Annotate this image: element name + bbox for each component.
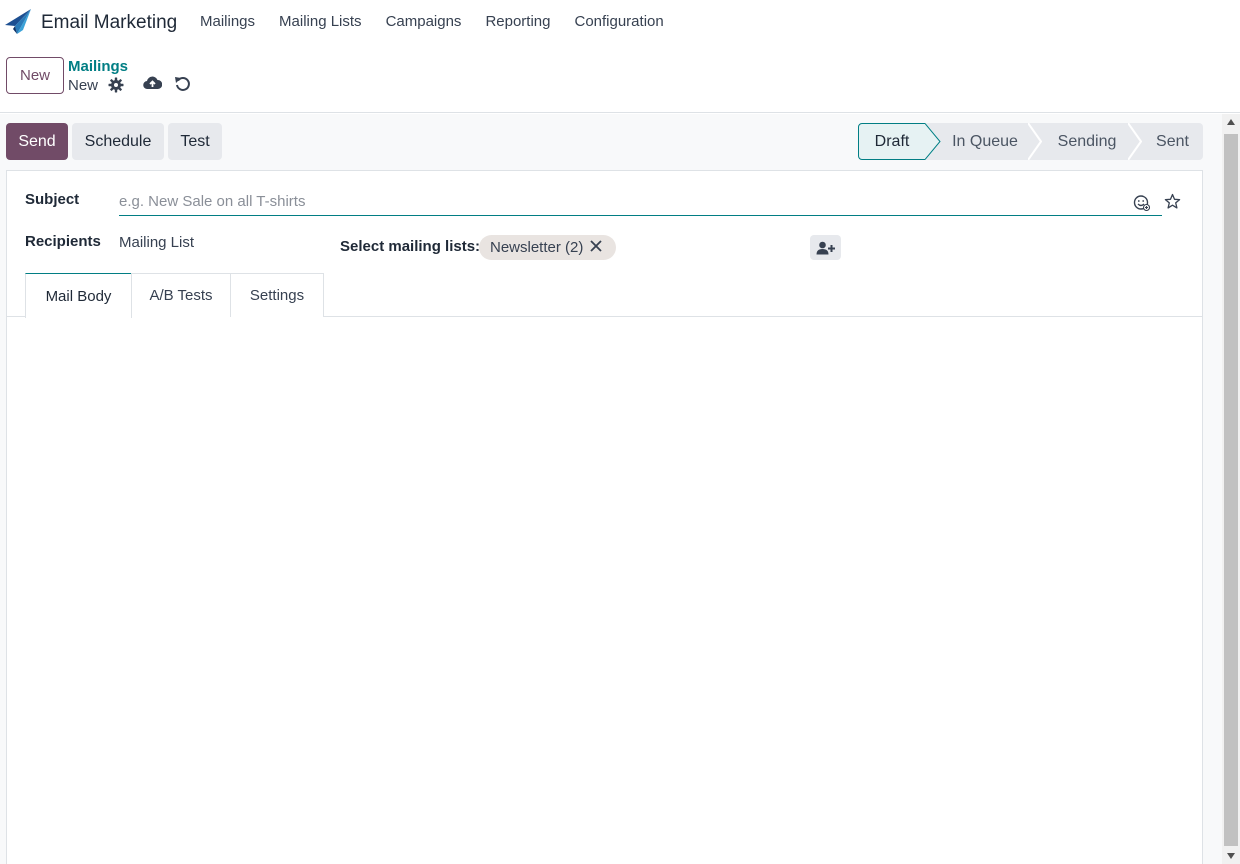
top-navbar: Email Marketing Mailings Mailing Lists C… [0, 0, 1240, 46]
stage-sent-label: Sent [1156, 132, 1189, 150]
send-button[interactable]: Send [6, 123, 68, 160]
breadcrumb-mailings[interactable]: Mailings [68, 58, 128, 75]
menu-item-configuration[interactable]: Configuration [562, 13, 675, 30]
close-icon[interactable] [589, 239, 603, 253]
statusbar: Send Schedule Test Draft In Queue Sendin… [0, 114, 1222, 170]
stage-in-queue[interactable]: In Queue [926, 123, 1030, 160]
tab-ab-tests[interactable]: A/B Tests [131, 273, 231, 317]
select-mailing-lists-label: Select mailing lists: [340, 238, 481, 255]
subject-label: Subject [25, 191, 80, 208]
vertical-scrollbar[interactable] [1222, 114, 1240, 864]
menu-item-campaigns[interactable]: Campaigns [374, 13, 474, 30]
tab-settings[interactable]: Settings [230, 273, 324, 317]
stage-draft-label: Draft [874, 132, 910, 150]
mailing-list-tag: Newsletter (2) [479, 235, 616, 260]
paper-plane-logo-icon[interactable] [5, 8, 31, 34]
menu-item-mailing-lists[interactable]: Mailing Lists [267, 13, 374, 30]
control-panel: New Mailings New [0, 46, 1240, 113]
stage-arrow-icon [1128, 123, 1142, 160]
undo-icon[interactable] [174, 75, 191, 92]
stage-arrow-icon [1028, 123, 1042, 160]
form-view: Send Schedule Test Draft In Queue Sendin… [0, 114, 1222, 864]
menu-item-reporting[interactable]: Reporting [473, 13, 562, 30]
tab-mail-body[interactable]: Mail Body [25, 273, 132, 318]
user-plus-icon [816, 241, 835, 254]
stage-sending-label: Sending [1057, 132, 1117, 150]
stage-draft[interactable]: Draft [858, 123, 926, 160]
arrow-down-icon [1227, 853, 1235, 859]
cloud-upload-icon[interactable] [143, 75, 162, 92]
form-sheet: Subject Recipients Mailing List Select m… [6, 170, 1203, 864]
mailing-list-tag-label: Newsletter (2) [490, 239, 584, 256]
stage-in-queue-label: In Queue [952, 132, 1018, 150]
arrow-up-icon [1227, 119, 1235, 125]
menu-item-mailings[interactable]: Mailings [188, 13, 267, 30]
add-contact-button[interactable] [810, 235, 841, 260]
status-stages: Draft In Queue Sending Sent [858, 123, 1203, 160]
scrollbar-thumb[interactable] [1224, 134, 1238, 846]
scroll-down-button[interactable] [1222, 848, 1240, 864]
stage-sending[interactable]: Sending [1030, 123, 1130, 160]
app-name[interactable]: Email Marketing [41, 12, 177, 34]
recipients-select[interactable]: Mailing List [119, 234, 194, 251]
star-icon[interactable] [1164, 193, 1181, 210]
subject-input[interactable] [119, 188, 1129, 215]
test-button[interactable]: Test [168, 123, 222, 160]
scroll-up-button[interactable] [1222, 114, 1240, 130]
recipients-label: Recipients [25, 233, 101, 250]
emoji-picker-icon[interactable] [1133, 194, 1150, 211]
record-name: New [68, 77, 99, 94]
new-button[interactable]: New [6, 57, 64, 94]
schedule-button[interactable]: Schedule [72, 123, 164, 160]
notebook-tabs: Mail Body A/B Tests Settings [7, 273, 1202, 318]
gear-icon[interactable] [108, 77, 124, 93]
subject-field [119, 188, 1162, 216]
stage-arrow-icon [925, 123, 941, 160]
main-menu: Mailings Mailing Lists Campaigns Reporti… [188, 13, 676, 30]
